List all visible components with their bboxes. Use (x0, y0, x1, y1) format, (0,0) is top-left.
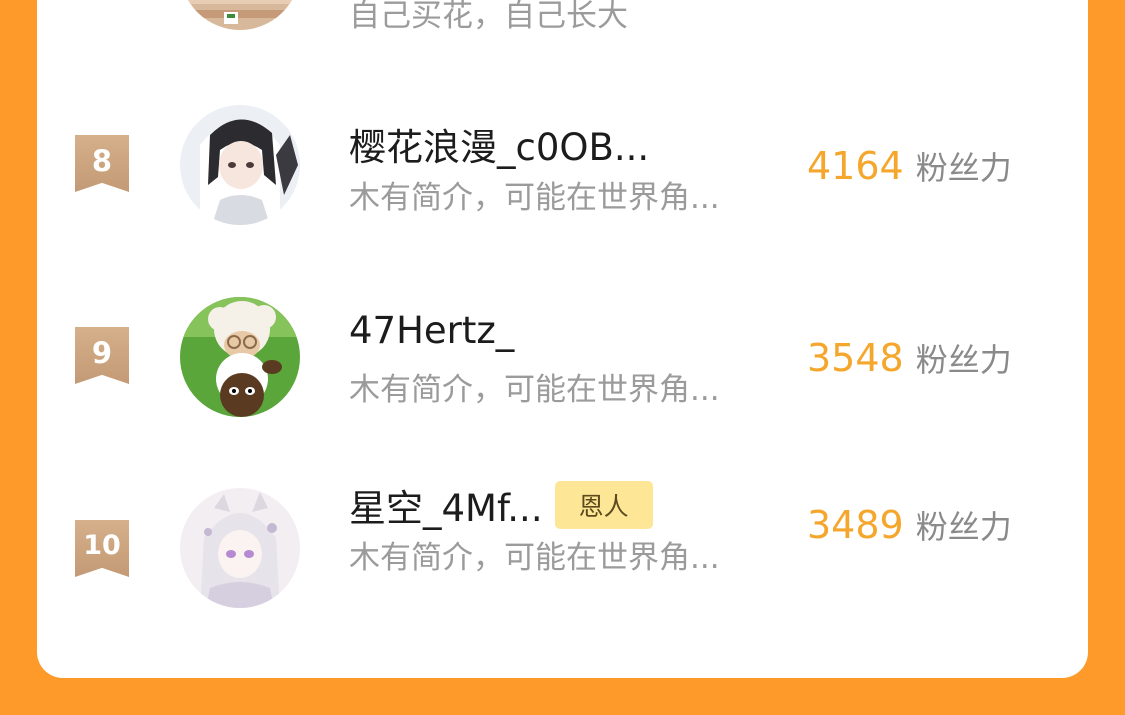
fan-power-label: 粉丝力 (915, 341, 1012, 379)
avatar-image-icon (180, 297, 300, 417)
avatar[interactable] (180, 0, 300, 30)
rank-badge: 8 (75, 135, 129, 192)
user-name[interactable]: 樱花浪漫_c0OB... (349, 117, 649, 171)
name-line: 樱花浪漫_c0OB... (349, 117, 649, 171)
bio: 木有简介，可能在世界角... (349, 180, 720, 216)
ranking-card: 自己买花，自己长大 8 樱花浪漫_c0OB... 木有简介，可能在世界角... … (37, 0, 1088, 678)
bio: 木有简介，可能在世界角... (349, 372, 720, 408)
avatar[interactable] (180, 297, 300, 417)
avatar-image-icon (180, 488, 300, 608)
fan-power-score: 4164 (807, 144, 904, 188)
avatar-image-icon (180, 0, 300, 30)
ranking-row[interactable]: 9 47Hertz_ 木有简介，可能在世界角... 3548 粉丝力 (37, 287, 1088, 427)
ranking-row-partial[interactable]: 自己买花，自己长大 (37, 0, 1088, 34)
bio: 木有简介，可能在世界角... (349, 540, 720, 576)
bio: 自己买花，自己长大 (349, 0, 628, 34)
score-wrap: 4164 粉丝力 (807, 143, 1012, 189)
fan-power-score: 3548 (807, 336, 904, 380)
rank-badge: 10 (75, 520, 129, 577)
rank-badge: 9 (75, 327, 129, 384)
avatar[interactable] (180, 488, 300, 608)
ranking-row[interactable]: 10 星空_4Mf... 恩人 木有简介，可能在世界角... 3489 粉丝力 (37, 478, 1088, 618)
fan-power-label: 粉丝力 (915, 149, 1012, 187)
score-wrap: 3548 粉丝力 (807, 335, 1012, 381)
avatar-image-icon (180, 105, 300, 225)
benefactor-tag: 恩人 (554, 481, 653, 529)
avatar[interactable] (180, 105, 300, 225)
ranking-row[interactable]: 8 樱花浪漫_c0OB... 木有简介，可能在世界角... 4164 粉丝力 (37, 95, 1088, 235)
fan-power-label: 粉丝力 (915, 508, 1012, 546)
name-line: 星空_4Mf... 恩人 (349, 478, 653, 532)
user-name[interactable]: 47Hertz_ (349, 309, 514, 352)
name-line: 47Hertz_ (349, 309, 514, 352)
user-name[interactable]: 星空_4Mf... (349, 478, 543, 532)
fan-power-score: 3489 (807, 503, 904, 547)
score-wrap: 3489 粉丝力 (807, 502, 1012, 548)
